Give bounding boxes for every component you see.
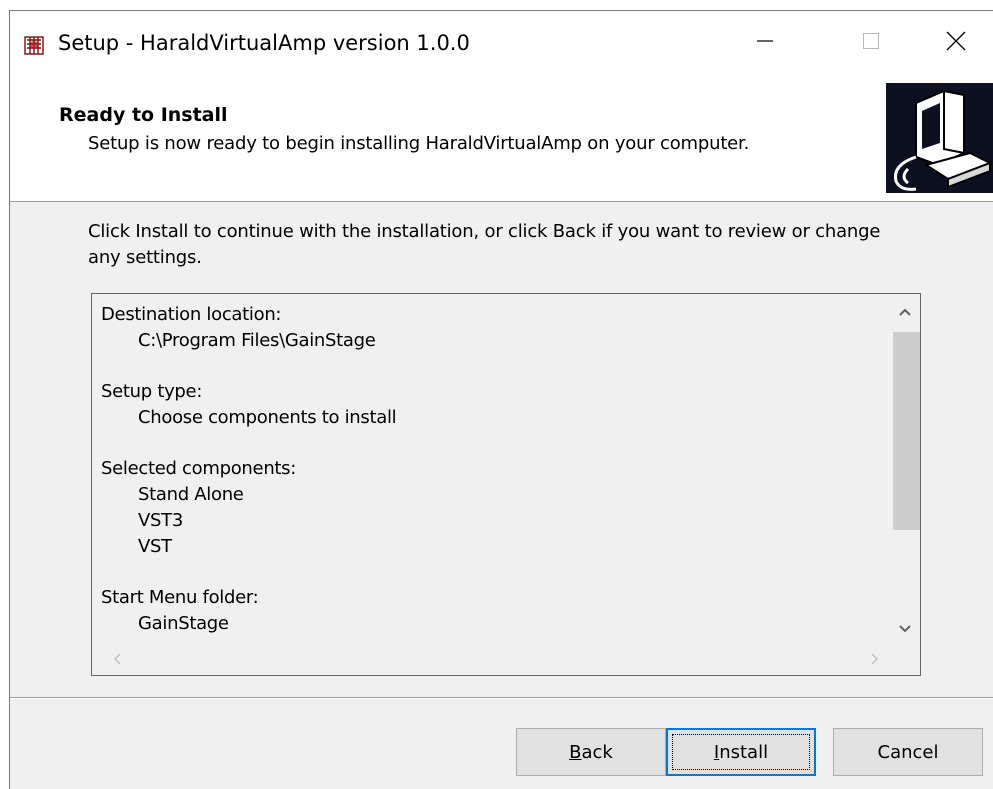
memo-value: VST3 bbox=[138, 510, 183, 531]
maximize-icon bbox=[861, 31, 881, 55]
memo-value: GainStage bbox=[138, 613, 229, 634]
scroll-left-button[interactable] bbox=[102, 643, 132, 677]
title-bar[interactable]: Setup - HaraldVirtualAmp version 1.0.0 bbox=[10, 11, 993, 77]
chevron-left-icon bbox=[112, 651, 122, 670]
memo-heading: Start Menu folder: bbox=[101, 587, 259, 608]
window-title: Setup - HaraldVirtualAmp version 1.0.0 bbox=[58, 31, 470, 55]
page-subtitle: Setup is now ready to begin installing H… bbox=[88, 133, 750, 154]
close-icon bbox=[945, 30, 967, 56]
scroll-up-button[interactable] bbox=[890, 294, 920, 328]
minimize-button[interactable] bbox=[720, 11, 810, 75]
setup-window: Setup - HaraldVirtualAmp version 1.0.0 R… bbox=[9, 10, 993, 789]
memo-heading: Setup type: bbox=[101, 381, 203, 402]
back-button[interactable]: Back bbox=[516, 728, 666, 776]
memo-value: Stand Alone bbox=[138, 484, 244, 505]
instruction-text: Click Install to continue with the insta… bbox=[88, 221, 881, 268]
wizard-header: Ready to Install Setup is now ready to b… bbox=[10, 77, 993, 202]
scroll-down-button[interactable] bbox=[890, 611, 920, 645]
chevron-right-icon bbox=[870, 651, 880, 670]
ready-memo[interactable]: Destination location: C:\Program Files\G… bbox=[91, 293, 921, 676]
horizontal-scrollbar[interactable] bbox=[92, 645, 920, 675]
minimize-icon bbox=[755, 31, 775, 55]
cancel-button-label: Cancel bbox=[877, 741, 939, 763]
back-button-label: Back bbox=[569, 741, 613, 763]
chevron-down-icon bbox=[898, 619, 912, 638]
close-button[interactable] bbox=[918, 11, 993, 75]
maximize-button[interactable] bbox=[826, 11, 916, 75]
chevron-up-icon bbox=[898, 302, 912, 321]
computer-install-icon bbox=[886, 83, 993, 193]
page-title: Ready to Install bbox=[59, 104, 228, 126]
installer-app-icon bbox=[23, 34, 45, 56]
footer-separator bbox=[10, 697, 993, 699]
scrollbar-corner bbox=[890, 645, 920, 675]
memo-value: C:\Program Files\GainStage bbox=[138, 330, 376, 351]
scroll-right-button[interactable] bbox=[860, 643, 890, 677]
cancel-button[interactable]: Cancel bbox=[833, 728, 983, 776]
vertical-scrollbar[interactable] bbox=[890, 294, 920, 645]
focus-ring bbox=[672, 734, 810, 770]
memo-heading: Selected components: bbox=[101, 458, 297, 479]
memo-content: Destination location: C:\Program Files\G… bbox=[101, 302, 881, 637]
memo-value: VST bbox=[138, 536, 172, 557]
memo-heading: Destination location: bbox=[101, 304, 282, 325]
memo-value: Choose components to install bbox=[138, 407, 397, 428]
vertical-scroll-thumb[interactable] bbox=[893, 332, 920, 530]
install-button[interactable]: Install bbox=[666, 728, 816, 776]
